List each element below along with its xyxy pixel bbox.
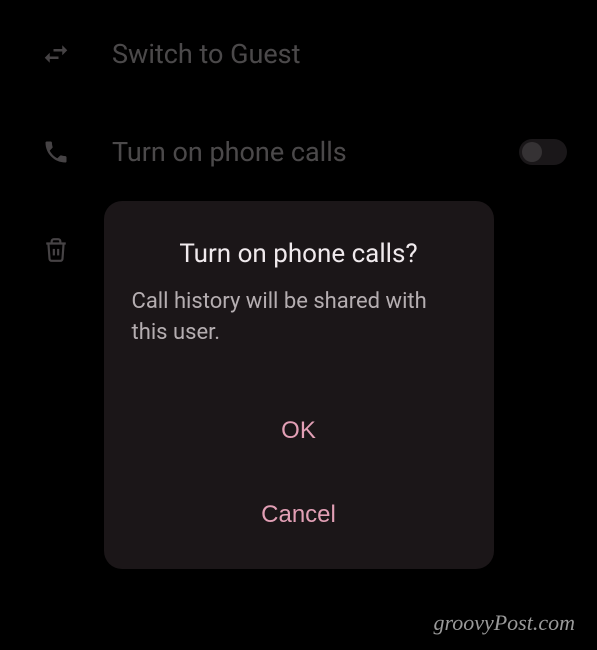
cancel-button[interactable]: Cancel	[132, 493, 466, 537]
phone-icon	[40, 136, 72, 168]
ok-button[interactable]: OK	[132, 409, 466, 453]
watermark: groovyPost.com	[433, 610, 575, 636]
setting-row-switch-guest[interactable]: Switch to Guest	[0, 20, 597, 88]
setting-label: Switch to Guest	[112, 38, 567, 70]
dialog-message: Call history will be shared with this us…	[132, 287, 466, 349]
setting-row-phone-calls[interactable]: Turn on phone calls	[0, 118, 597, 186]
trash-icon	[40, 234, 72, 266]
phone-calls-toggle[interactable]	[519, 139, 567, 165]
setting-label: Turn on phone calls	[112, 136, 479, 168]
swap-icon	[40, 38, 72, 70]
toggle-thumb	[522, 142, 542, 162]
confirm-dialog: Turn on phone calls? Call history will b…	[104, 201, 494, 569]
dialog-title: Turn on phone calls?	[132, 239, 466, 269]
